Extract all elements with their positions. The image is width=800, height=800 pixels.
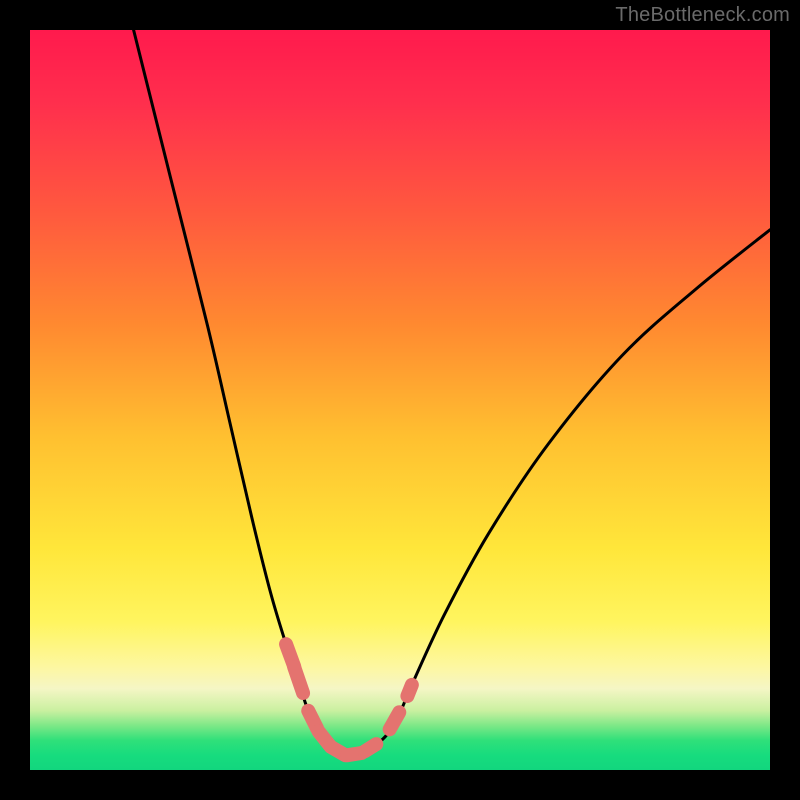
overlay-pill-7 bbox=[390, 712, 400, 729]
chart-plot-area bbox=[30, 30, 770, 770]
overlay-pill-6 bbox=[364, 744, 376, 751]
overlay-pill-1 bbox=[294, 667, 303, 693]
curve-right-branch bbox=[348, 230, 770, 755]
overlay-pill-group bbox=[286, 644, 412, 755]
overlay-pill-8 bbox=[407, 685, 411, 696]
curve-group bbox=[134, 30, 770, 755]
bottleneck-curve-svg bbox=[30, 30, 770, 770]
curve-left-branch bbox=[134, 30, 349, 755]
watermark-text: TheBottleneck.com bbox=[615, 4, 790, 27]
